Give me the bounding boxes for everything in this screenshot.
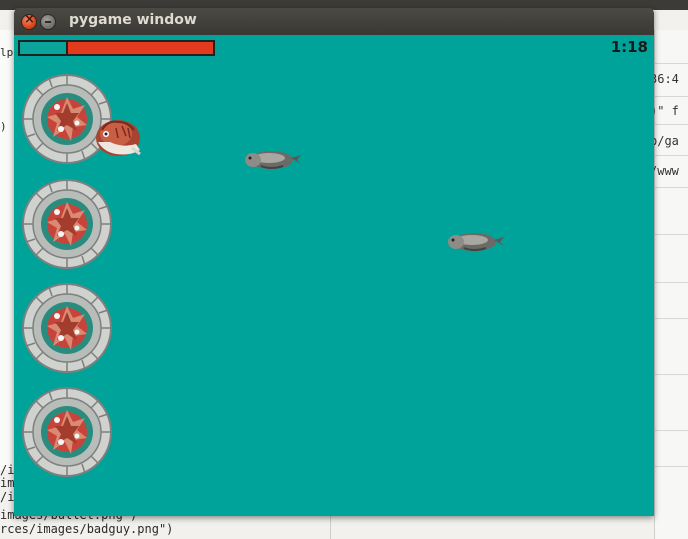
background-terminal-edge xyxy=(0,30,14,470)
background-divider xyxy=(330,514,331,539)
enemy-badguy-sprite xyxy=(444,230,506,254)
game-canvas[interactable]: 1:18 xyxy=(14,35,654,516)
background-divider xyxy=(654,466,688,467)
background-divider xyxy=(654,96,688,97)
background-text-line: /www xyxy=(650,164,679,178)
window-titlebar[interactable]: pygame window xyxy=(14,8,654,35)
background-divider xyxy=(654,124,688,125)
background-divider xyxy=(654,155,688,156)
background-text-line: p/ga xyxy=(650,134,679,148)
background-text-line: lp xyxy=(0,46,14,59)
pygame-window: pygame window 1:18 xyxy=(14,8,654,516)
window-title: pygame window xyxy=(69,12,197,28)
castle-sprite xyxy=(21,282,113,374)
minimize-button[interactable] xyxy=(40,14,56,30)
background-divider xyxy=(654,234,688,235)
background-text-line: )" f xyxy=(650,104,679,118)
player-sprite xyxy=(96,120,141,156)
background-divider xyxy=(654,430,688,431)
background-divider xyxy=(654,318,688,319)
health-bar xyxy=(18,40,215,56)
enemy-badguy-sprite xyxy=(241,148,303,172)
background-divider xyxy=(654,282,688,283)
castle-sprite xyxy=(21,386,113,478)
background-divider xyxy=(654,187,688,188)
castle-sprite xyxy=(21,178,113,270)
background-text-line: rces/images/badguy.png") xyxy=(0,522,174,536)
close-button[interactable] xyxy=(21,12,37,30)
game-timer: 1:18 xyxy=(610,38,648,56)
background-divider xyxy=(654,63,688,64)
background-text-line: ) xyxy=(0,120,7,133)
health-bar-remaining xyxy=(20,42,69,54)
desktop-background: 36:4 )" f p/ga /www lp ) /im ima /im ima… xyxy=(0,0,688,539)
background-divider xyxy=(654,374,688,375)
background-text-line: 36:4 xyxy=(650,72,679,86)
